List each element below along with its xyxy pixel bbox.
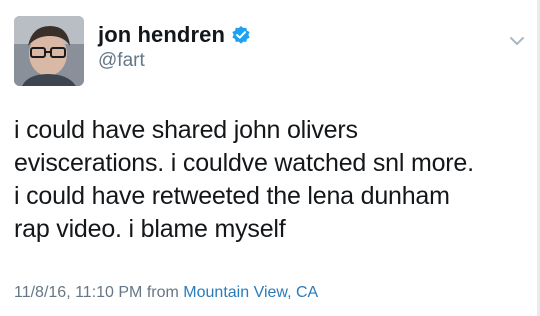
name-row: jon hendren	[98, 22, 251, 48]
verified-badge-icon	[231, 25, 251, 45]
avatar-photo	[14, 16, 84, 86]
tweet-location-link[interactable]: Mountain View, CA	[183, 284, 318, 301]
tweet-text: i could have shared john olivers eviscer…	[14, 114, 534, 246]
tweet-text-line: i could have retweeted the lena dunham	[14, 182, 450, 210]
tweet-author[interactable]: jon hendren @fart	[98, 22, 251, 73]
avatar[interactable]	[14, 16, 84, 86]
user-handle[interactable]: @fart	[98, 49, 251, 73]
chevron-down-icon[interactable]	[508, 34, 526, 48]
display-name[interactable]: jon hendren	[98, 22, 225, 48]
tweet-text-line: rap video. i blame myself	[14, 215, 286, 243]
tweet-timestamp[interactable]: 11/8/16, 11:10 PM	[14, 284, 142, 301]
tweet-card: jon hendren @fart i could have shared jo…	[0, 0, 540, 316]
tweet-meta: 11/8/16, 11:10 PM from Mountain View, CA	[14, 283, 318, 303]
from-label: from	[146, 284, 179, 301]
tweet-text-line: eviscerations. i couldve watched snl mor…	[14, 149, 474, 177]
tweet-text-line: i could have shared john olivers	[14, 116, 358, 144]
